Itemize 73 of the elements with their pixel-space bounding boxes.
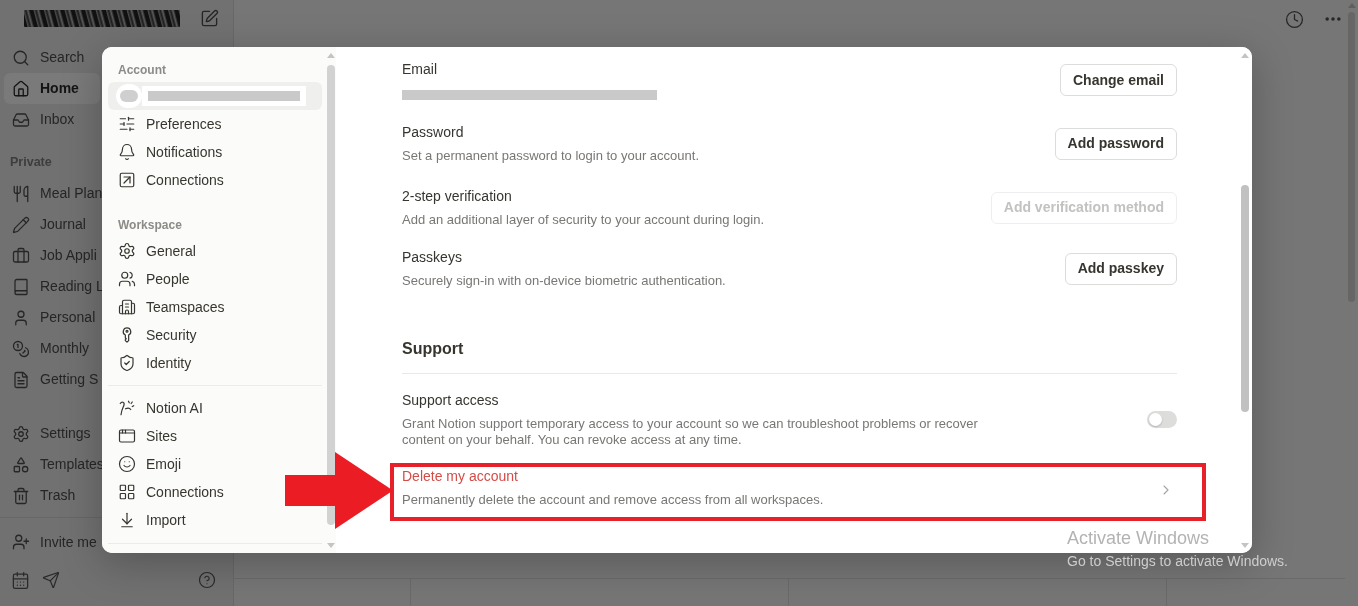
coins-icon [12, 339, 30, 358]
help-icon[interactable] [198, 571, 216, 589]
setting-description: Securely sign-in with on-device biometric authentication. [402, 272, 726, 289]
account-nav-item[interactable] [108, 82, 322, 110]
section-label: Account [118, 62, 166, 79]
scrollbar-thumb[interactable] [1241, 185, 1249, 412]
sidebar-item[interactable]: Home [4, 73, 100, 104]
toggle-switch[interactable] [1147, 411, 1177, 428]
setting-description: Set a permanent password to login to your account. [402, 147, 699, 164]
setting-label: Password [402, 123, 464, 141]
settings-nav-item[interactable]: Import [108, 506, 194, 534]
utensils-icon [12, 184, 30, 203]
scroll-up-arrow-icon[interactable] [1241, 53, 1249, 58]
activation-notice-text: Go to Settings to activate Windows. [1067, 552, 1288, 570]
settings-nav-item[interactable]: Emoji [108, 450, 189, 478]
setting-label: 2-step verification [402, 187, 512, 205]
pencil-icon [12, 215, 30, 234]
home-icon [12, 79, 30, 98]
browser-window-icon [118, 427, 136, 445]
settings-nav-item[interactable]: Notion AI [108, 394, 211, 422]
setting-description: Add an additional layer of security to your account during login. [402, 211, 765, 228]
setting-label: Passkeys [402, 248, 462, 266]
setting-description: Grant Notion support temporary access to your account so we can troubleshoot problems or recover content on your behalf. You can revoke access at any time. [402, 416, 979, 448]
avatar-icon [116, 84, 142, 108]
settings-nav-item[interactable]: People [108, 265, 198, 293]
scroll-up-arrow-icon[interactable] [1347, 3, 1356, 8]
scroll-down-arrow-icon[interactable] [1241, 543, 1249, 548]
people-icon [118, 270, 136, 288]
scroll-down-arrow-icon[interactable] [326, 543, 335, 548]
book-icon [12, 277, 30, 296]
action-button[interactable]: Add password [1054, 127, 1177, 160]
setting-label: Support access [402, 391, 499, 409]
download-icon [118, 511, 136, 529]
scrollbar-thumb[interactable] [326, 65, 335, 525]
settings-link-row[interactable]: Delete my account Permanently delete the account and remove access from all workspaces. [402, 467, 1177, 508]
settings-nav-item[interactable]: Preferences [108, 110, 230, 138]
history-clock-icon[interactable] [1285, 9, 1304, 29]
shapes-icon [12, 455, 30, 474]
settings-nav-item[interactable]: Teamspaces [108, 293, 233, 321]
action-button[interactable]: Add passkey [1064, 252, 1177, 285]
person-add-icon [12, 533, 30, 551]
settings-icon [12, 424, 30, 443]
arrow-square-icon [118, 171, 136, 189]
trash-icon [12, 486, 30, 505]
bell-icon [118, 143, 136, 161]
calendar-icon[interactable] [11, 570, 30, 590]
smile-icon [118, 455, 136, 473]
inbox-icon [12, 110, 30, 129]
settings-icon [118, 242, 136, 260]
settings-nav-item[interactable]: General [108, 237, 204, 265]
grid-icon [118, 483, 136, 501]
person-icon [12, 308, 30, 327]
briefcase-icon [12, 246, 30, 265]
settings-nav-item[interactable]: Notifications [108, 138, 231, 166]
setting-label: Email [402, 60, 437, 78]
edit-icon[interactable] [200, 8, 219, 28]
action-button[interactable]: Change email [1059, 64, 1177, 96]
search-icon [12, 48, 30, 67]
settings-nav-item[interactable]: Identity [108, 349, 200, 377]
squiggle-icon [118, 399, 136, 417]
section-label: Workspace [118, 217, 182, 234]
section-heading: Support [402, 339, 464, 359]
settings-nav-item[interactable]: Connections [108, 166, 232, 194]
send-icon[interactable] [42, 571, 60, 589]
settings-nav-item[interactable]: Connections [108, 478, 232, 506]
settings-nav-item[interactable]: Security [108, 321, 205, 349]
sliders-icon [118, 115, 136, 133]
settings-nav-item[interactable]: Sites [108, 422, 186, 450]
activation-notice-title: Activate Windows [1067, 527, 1210, 549]
shield-check-icon [118, 354, 136, 372]
building-icon [118, 298, 136, 316]
scroll-up-arrow-icon[interactable] [326, 53, 335, 58]
document-icon [12, 370, 30, 389]
